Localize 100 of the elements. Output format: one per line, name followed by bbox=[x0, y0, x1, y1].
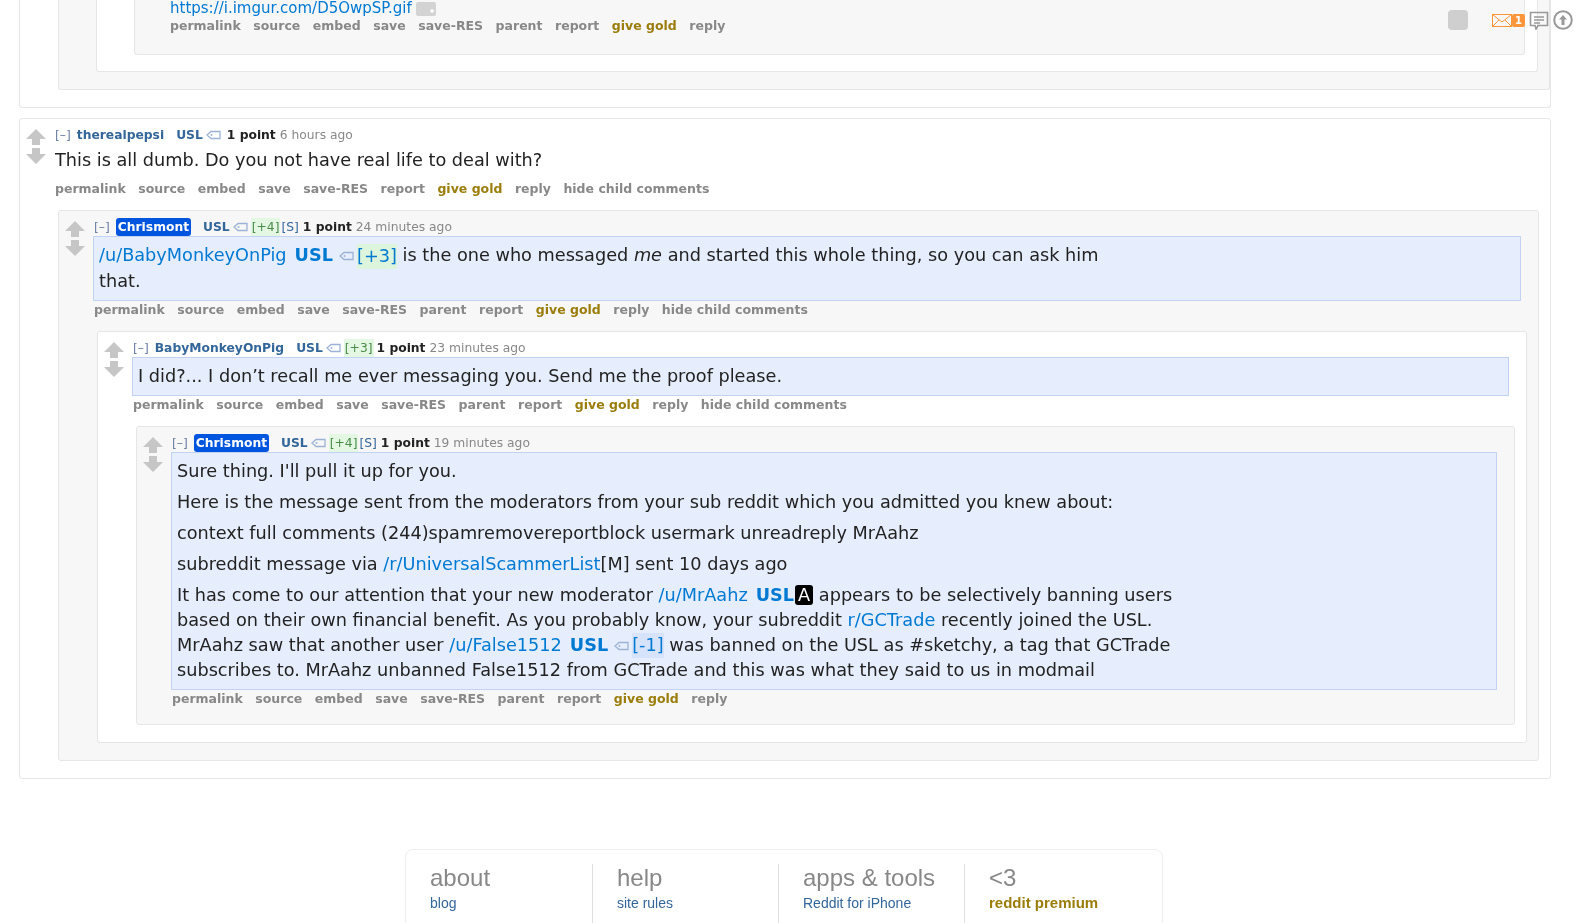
action-link[interactable]: save bbox=[336, 395, 369, 413]
link[interactable]: /u/BabyMonkeyOnPig bbox=[99, 245, 287, 265]
username-link[interactable]: Chrismont bbox=[115, 218, 192, 236]
user-flair: USL bbox=[296, 339, 323, 357]
footer-link[interactable]: reddit premium bbox=[989, 894, 1150, 912]
timestamp: 19 minutes ago bbox=[433, 434, 530, 452]
downvote-icon[interactable] bbox=[26, 148, 46, 164]
user-flair: USL bbox=[569, 634, 609, 655]
action-link[interactable]: report bbox=[479, 300, 524, 318]
collapse-toggle[interactable]: [–] bbox=[133, 338, 149, 357]
action-link[interactable]: source bbox=[177, 300, 225, 318]
footer-heading: apps & tools bbox=[803, 864, 937, 892]
action-link[interactable]: source bbox=[253, 17, 301, 34]
action-link[interactable]: embed bbox=[314, 690, 363, 707]
user-flair: USL bbox=[294, 245, 333, 265]
user-flair: USL bbox=[203, 219, 230, 236]
collapse-toggle[interactable]: [–] bbox=[55, 126, 71, 144]
paragraph: Here is the message sent from the moderators from your sub reddit which you admitted you knew about: bbox=[177, 490, 1115, 514]
timestamp: 6 hours ago bbox=[279, 127, 353, 144]
karma-tag: [+3] bbox=[343, 338, 374, 357]
award-link[interactable]: give gold bbox=[574, 395, 640, 413]
up-arrow-circle-icon[interactable] bbox=[1552, 10, 1573, 30]
action-link[interactable]: parent bbox=[458, 395, 506, 413]
action-link[interactable]: permalink bbox=[94, 300, 165, 318]
action-link[interactable]: permalink bbox=[55, 180, 126, 197]
username-link[interactable]: Chrismont bbox=[193, 433, 270, 452]
collapse-toggle[interactable]: [–] bbox=[172, 433, 188, 452]
chat-icon[interactable] bbox=[1528, 10, 1549, 30]
upvote-icon[interactable] bbox=[143, 436, 163, 453]
action-link[interactable]: reply bbox=[514, 180, 551, 197]
expand-image-icon[interactable] bbox=[415, 1, 436, 16]
footer-link[interactable]: Reddit for iPhone bbox=[803, 894, 964, 912]
action-link[interactable]: source bbox=[255, 690, 303, 707]
action-link[interactable]: save-RES bbox=[381, 395, 447, 413]
action-link[interactable]: hide child comments bbox=[700, 395, 847, 413]
action-link[interactable]: save-RES bbox=[342, 300, 408, 318]
upvote-icon[interactable] bbox=[65, 221, 85, 237]
downvote-icon[interactable] bbox=[104, 360, 124, 377]
action-link[interactable]: parent bbox=[495, 17, 543, 34]
mail-icon[interactable] bbox=[1492, 13, 1512, 27]
username-link[interactable]: BabyMonkeyOnPig bbox=[154, 338, 285, 357]
action-link[interactable]: save bbox=[373, 17, 406, 34]
action-link[interactable]: reply bbox=[652, 395, 689, 413]
admin-badge: A bbox=[795, 584, 814, 605]
upvote-icon[interactable] bbox=[26, 129, 46, 145]
collapse-toggle[interactable]: [–] bbox=[94, 218, 110, 236]
action-link[interactable]: permalink bbox=[170, 17, 241, 34]
action-link[interactable]: save-RES bbox=[303, 180, 369, 197]
action-link[interactable]: save bbox=[297, 300, 330, 318]
action-link[interactable]: reply bbox=[613, 300, 650, 318]
tag-icon bbox=[205, 130, 221, 140]
karma-tag: [S] bbox=[358, 433, 378, 452]
action-link[interactable]: embed bbox=[197, 180, 246, 197]
award-link[interactable]: give gold bbox=[611, 17, 677, 34]
downvote-icon[interactable] bbox=[143, 455, 163, 472]
action-link[interactable]: report bbox=[555, 17, 600, 34]
action-link[interactable]: report bbox=[380, 180, 425, 197]
action-link[interactable]: save bbox=[258, 180, 291, 197]
score: 1 point bbox=[376, 339, 426, 357]
action-link[interactable]: embed bbox=[236, 300, 285, 318]
paragraph: I did?... I don’t recall me ever messaging you. Send me the proof please. bbox=[138, 364, 784, 388]
action-link[interactable]: parent bbox=[419, 300, 467, 318]
upvote-icon[interactable] bbox=[104, 341, 124, 358]
action-link[interactable]: report bbox=[557, 690, 602, 707]
paragraph: Sure thing. I'll pull it up for you. bbox=[177, 459, 458, 483]
action-link[interactable]: embed bbox=[312, 17, 361, 34]
footer-heading: about bbox=[430, 864, 492, 892]
score: 1 point bbox=[302, 219, 352, 236]
link[interactable]: r/GCTrade bbox=[847, 609, 936, 630]
action-link[interactable]: embed bbox=[275, 395, 324, 413]
action-link[interactable]: report bbox=[518, 395, 563, 413]
footer-link[interactable]: site rules bbox=[617, 894, 778, 912]
action-link[interactable]: hide child comments bbox=[661, 300, 808, 318]
action-link[interactable]: reply bbox=[689, 17, 726, 34]
award-link[interactable]: give gold bbox=[613, 690, 679, 707]
action-link[interactable]: permalink bbox=[172, 690, 243, 707]
award-link[interactable]: give gold bbox=[535, 300, 601, 318]
score: 1 point bbox=[226, 127, 276, 144]
score: 1 point bbox=[380, 434, 430, 452]
action-link[interactable]: save-RES bbox=[418, 17, 484, 34]
link[interactable]: /u/MrAahz bbox=[658, 584, 748, 605]
action-link[interactable]: permalink bbox=[133, 395, 204, 413]
action-link[interactable]: source bbox=[216, 395, 264, 413]
footer-link[interactable]: blog bbox=[430, 894, 592, 912]
downvote-icon[interactable] bbox=[65, 240, 85, 256]
action-link[interactable]: save bbox=[375, 690, 408, 707]
link[interactable]: /u/False1512 bbox=[449, 634, 562, 655]
action-link[interactable]: save-RES bbox=[420, 690, 486, 707]
paragraph: subreddit message via /r/UniversalScammerList[M] sent 10 days ago bbox=[177, 552, 789, 576]
paragraph: /u/BabyMonkeyOnPig USL [+3] is the one who messaged me and started this whole thing, so you can ask him that. bbox=[99, 243, 1100, 293]
username-link[interactable]: therealpepsi bbox=[76, 126, 165, 144]
action-link[interactable]: source bbox=[138, 180, 186, 197]
link[interactable]: /r/UniversalScammerList bbox=[383, 553, 601, 574]
action-link[interactable]: parent bbox=[497, 690, 545, 707]
award-link[interactable]: give gold bbox=[437, 180, 503, 197]
action-link[interactable]: reply bbox=[691, 690, 728, 707]
link[interactable]: https://i.imgur.com/D5OwpSP.gif bbox=[170, 0, 412, 17]
square-icon[interactable] bbox=[1448, 10, 1468, 30]
action-link[interactable]: hide child comments bbox=[563, 180, 710, 197]
karma-tag: [+4] bbox=[328, 433, 359, 452]
